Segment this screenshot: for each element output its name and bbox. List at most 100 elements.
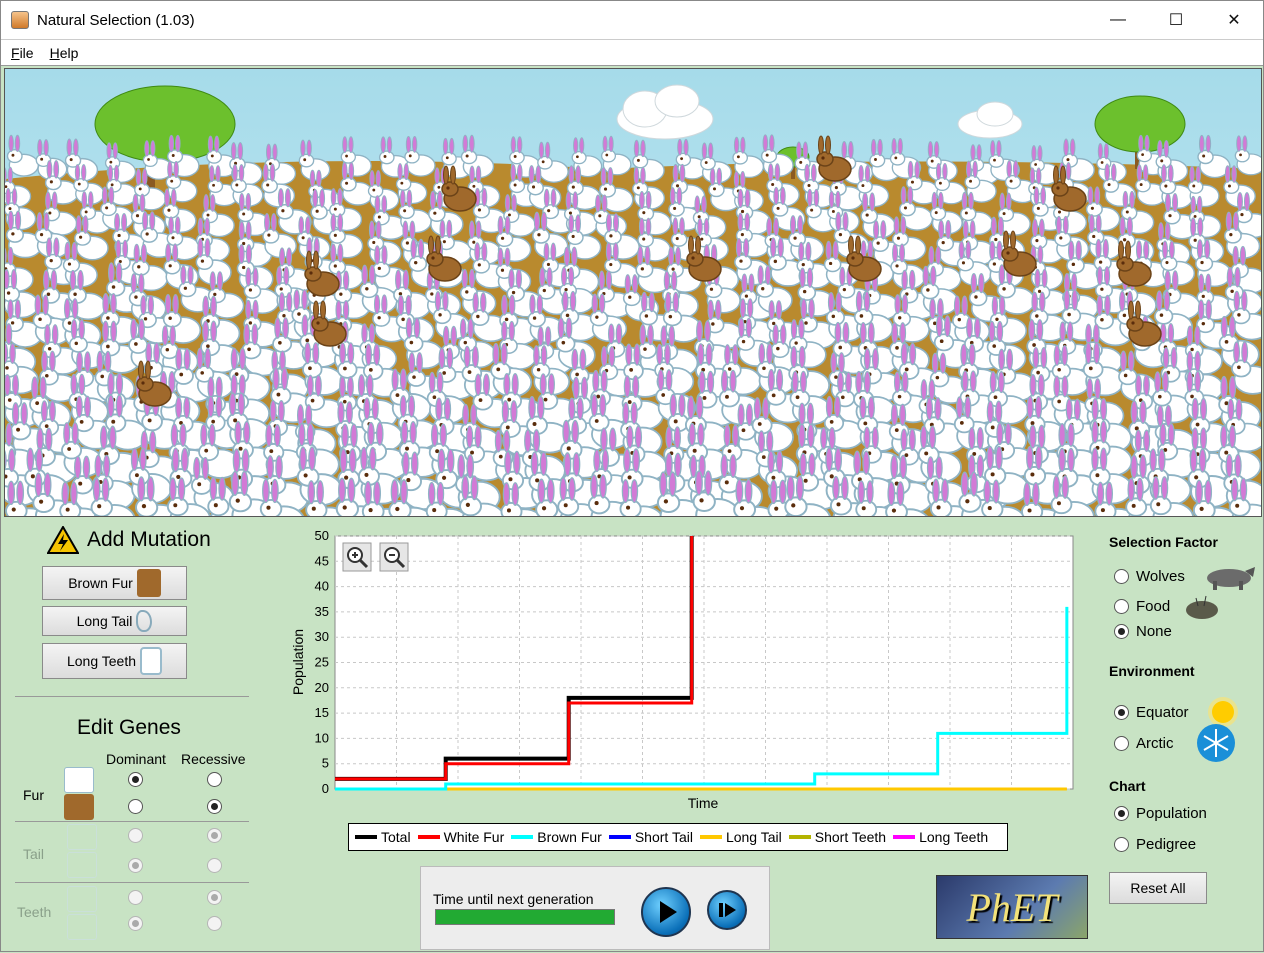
- zoom-out-button[interactable]: [379, 542, 409, 572]
- scene-canvas: [5, 69, 1261, 516]
- long-tail-icon: [67, 852, 97, 878]
- teeth-long-recessive-radio: [207, 916, 222, 931]
- chart-grid: [334, 535, 1074, 790]
- divider: [15, 696, 249, 697]
- chart-y-ticks: 0 5 10 15 20 25 30 35 40 45 50: [315, 528, 329, 796]
- legend-swatch: [608, 835, 631, 839]
- teeth-gene-label: Teeth: [17, 904, 52, 920]
- step-icon: [719, 903, 736, 917]
- chart-y-tick-label: 50: [315, 528, 329, 543]
- arctic-radio[interactable]: [1114, 735, 1129, 751]
- none-label: None: [1136, 623, 1172, 640]
- legend-swatch: [788, 835, 811, 839]
- play-button[interactable]: [641, 887, 691, 937]
- chart-legend: Total White Fur Brown Fur Short Tail Long Ta…: [348, 823, 1008, 851]
- legend-swatch: [511, 835, 534, 839]
- legend-label: Total: [381, 829, 411, 845]
- timer-progress-bar: [435, 909, 615, 925]
- brown-fur-icon: [136, 569, 161, 597]
- population-radio[interactable]: [1114, 806, 1129, 821]
- selection-wolves-option[interactable]: Wolves: [1114, 561, 1257, 591]
- generation-timer-panel: Time until next generation: [420, 866, 770, 950]
- brown-fur-mutation-button[interactable]: Brown Fur: [42, 566, 187, 600]
- selection-none-option[interactable]: None: [1114, 623, 1172, 640]
- legend-swatch: [699, 835, 722, 839]
- zoom-in-button[interactable]: [342, 542, 372, 572]
- chart-y-tick-label: 20: [315, 680, 329, 695]
- chart-y-axis-label: Population: [290, 629, 306, 695]
- tail-long-dominant-radio: [128, 858, 143, 873]
- food-radio[interactable]: [1114, 598, 1129, 614]
- legend-item-long-tail: Long Tail: [699, 829, 782, 845]
- chart-population-option[interactable]: Population: [1114, 805, 1207, 822]
- maximize-button[interactable]: ☐: [1147, 1, 1205, 39]
- chart-y-tick-label: 30: [315, 629, 329, 644]
- snowflake-icon: [1196, 724, 1235, 762]
- right-control-panel: Selection Factor Wolves Food None Enviro…: [1101, 518, 1264, 953]
- simulation-scene[interactable]: [4, 68, 1262, 517]
- equator-radio[interactable]: [1114, 704, 1129, 720]
- legend-swatch: [355, 835, 377, 839]
- chart-x-axis-label: Time: [688, 795, 719, 811]
- wolves-label: Wolves: [1136, 567, 1185, 585]
- tail-long-recessive-radio: [207, 858, 222, 873]
- java-app-icon: [11, 11, 29, 29]
- long-teeth-mutation-button[interactable]: Long Teeth: [42, 643, 187, 679]
- chart-y-tick-label: 5: [322, 756, 329, 771]
- tail-gene-label: Tail: [23, 846, 45, 862]
- pedigree-radio[interactable]: [1114, 837, 1129, 852]
- chart-y-tick-label: 25: [315, 655, 329, 670]
- add-mutation-title: Add Mutation: [87, 528, 211, 551]
- chart-y-tick-label: 40: [315, 579, 329, 594]
- menu-file[interactable]: File: [11, 45, 34, 61]
- wolves-radio[interactable]: [1114, 568, 1129, 584]
- chart-y-tick-label: 15: [315, 705, 329, 720]
- chart-pedigree-option[interactable]: Pedigree: [1114, 836, 1196, 853]
- legend-swatch: [893, 835, 916, 839]
- legend-item-white-fur: White Fur: [417, 829, 505, 845]
- phet-logo-text: PhET: [966, 884, 1058, 930]
- equator-label: Equator: [1136, 703, 1189, 721]
- close-button[interactable]: ✕: [1205, 1, 1263, 39]
- long-tail-label: Long Tail: [76, 613, 133, 629]
- menu-help[interactable]: Help: [50, 45, 79, 61]
- legend-label: Long Teeth: [919, 829, 989, 845]
- long-tail-mutation-button[interactable]: Long Tail: [42, 606, 187, 636]
- legend-item-brown-fur: Brown Fur: [511, 829, 602, 845]
- fur-white-recessive-radio[interactable]: [207, 772, 222, 787]
- fur-white-dominant-radio[interactable]: [128, 772, 143, 787]
- short-tail-icon: [67, 824, 97, 850]
- reset-all-button[interactable]: Reset All: [1109, 872, 1207, 904]
- fur-brown-recessive-radio[interactable]: [207, 799, 222, 814]
- play-icon: [660, 901, 677, 923]
- minimize-button[interactable]: —: [1089, 1, 1147, 39]
- teeth-short-recessive-radio: [207, 890, 222, 905]
- step-button[interactable]: [707, 890, 747, 930]
- long-teeth-icon: [140, 647, 163, 675]
- tail-short-recessive-radio: [207, 828, 222, 843]
- legend-label: Short Tail: [634, 829, 693, 845]
- dominant-header: Dominant: [106, 751, 166, 767]
- long-teeth-icon: [67, 914, 97, 940]
- chart-y-tick-label: 0: [322, 781, 329, 796]
- teeth-long-dominant-radio: [128, 916, 143, 931]
- population-label: Population: [1136, 805, 1207, 822]
- chart-canvas: 0 5 10 15 20 25 30 35 40 45 50 Population Time: [290, 528, 1074, 811]
- long-teeth-label: Long Teeth: [66, 653, 137, 669]
- food-plant-icon: [1186, 595, 1219, 619]
- phet-logo[interactable]: PhET: [936, 875, 1088, 939]
- environment-arctic-option[interactable]: Arctic: [1114, 723, 1236, 763]
- arctic-label: Arctic: [1136, 734, 1174, 752]
- fur-gene-label: Fur: [23, 787, 44, 803]
- none-radio[interactable]: [1114, 624, 1129, 639]
- recessive-header: Recessive: [181, 751, 246, 767]
- legend-label: White Fur: [443, 829, 505, 845]
- legend-item-long-teeth: Long Teeth: [893, 829, 988, 845]
- selection-food-option[interactable]: Food: [1114, 592, 1222, 620]
- fur-brown-dominant-radio[interactable]: [128, 799, 143, 814]
- legend-label: Long Tail: [725, 829, 782, 845]
- title-bar: Natural Selection (1.03) — ☐ ✕: [1, 1, 1263, 39]
- warning-icon: [47, 526, 79, 554]
- legend-label: Brown Fur: [537, 829, 602, 845]
- pedigree-label: Pedigree: [1136, 836, 1197, 853]
